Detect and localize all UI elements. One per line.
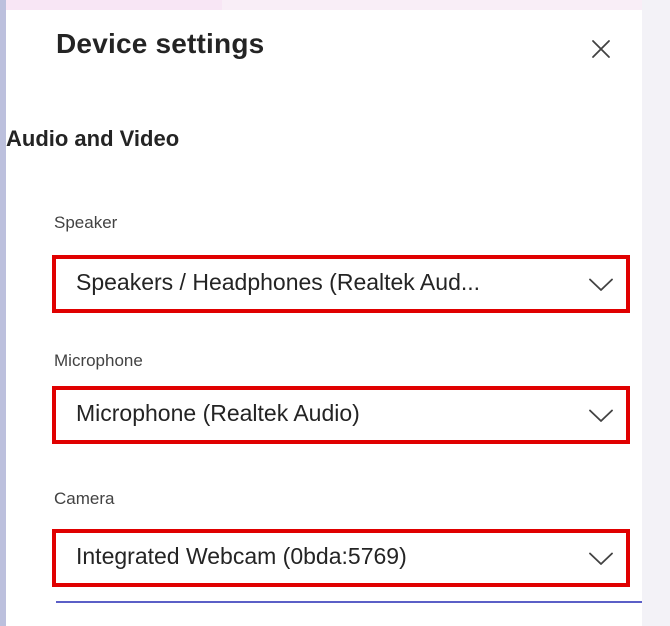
camera-focus-underline [56, 601, 642, 603]
camera-label: Camera [54, 489, 115, 508]
chevron-down-icon [588, 403, 614, 429]
microphone-selected-value: Microphone (Realtek Audio) [76, 400, 360, 426]
microphone-label: Microphone [54, 351, 143, 370]
close-icon [592, 40, 610, 58]
device-settings-panel: Device settings Audio and Video Speaker … [6, 10, 642, 626]
camera-dropdown[interactable]: Integrated Webcam (0bda:5769) [52, 529, 630, 587]
speaker-selected-value: Speakers / Headphones (Realtek Aud... [76, 269, 481, 295]
chevron-down-icon [588, 272, 614, 298]
close-button[interactable] [584, 32, 618, 66]
section-heading: Audio and Video [6, 126, 180, 151]
microphone-dropdown[interactable]: Microphone (Realtek Audio) [52, 386, 630, 444]
device-settings-screen: Device settings Audio and Video Speaker … [0, 0, 670, 626]
top-strip-right [222, 0, 670, 10]
speaker-dropdown[interactable]: Speakers / Headphones (Realtek Aud... [52, 255, 630, 313]
speaker-label: Speaker [54, 213, 118, 232]
camera-selected-value: Integrated Webcam (0bda:5769) [76, 543, 407, 569]
top-strip [0, 0, 222, 10]
dialog-title: Device settings [56, 28, 265, 59]
window-right-edge [642, 0, 670, 626]
chevron-down-icon [588, 546, 614, 572]
